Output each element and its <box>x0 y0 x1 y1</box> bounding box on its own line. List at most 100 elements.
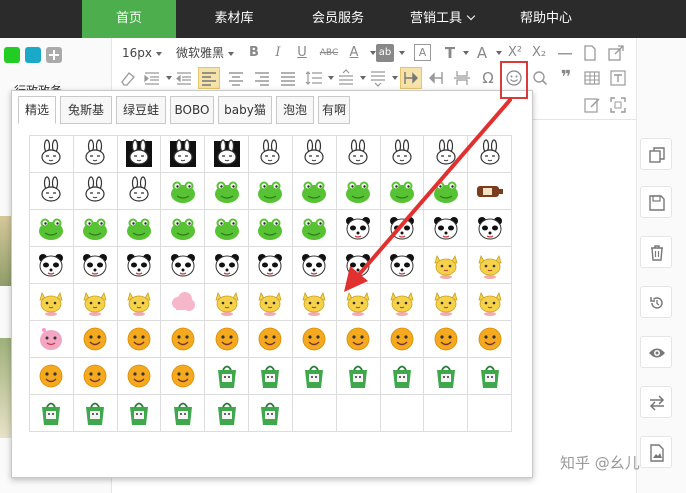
line-height-dropdown[interactable] <box>324 68 334 88</box>
emoticon-cell[interactable] <box>380 358 425 395</box>
emoticon-cell[interactable] <box>336 136 381 173</box>
emoticon-cell[interactable] <box>161 136 206 173</box>
eraser-button[interactable] <box>118 68 138 88</box>
emoticon-cell[interactable] <box>292 247 337 284</box>
underline-button[interactable]: U <box>292 43 312 63</box>
emoticon-cell[interactable] <box>205 321 250 358</box>
emoticon-cell[interactable] <box>468 284 512 321</box>
paragraph-spacing-bottom-dropdown[interactable] <box>388 68 398 88</box>
tab-baby-cat[interactable]: baby猫 <box>218 96 272 124</box>
strikethrough-button[interactable]: ABC <box>316 43 342 63</box>
emoticon-cell[interactable] <box>30 247 74 284</box>
emoticon-cell[interactable] <box>73 358 118 395</box>
horizontal-rule-button[interactable] <box>555 43 575 63</box>
emoticon-cell[interactable] <box>249 284 293 321</box>
emoticon-cell[interactable] <box>73 395 118 432</box>
emoticon-cell[interactable] <box>336 358 381 395</box>
emoticon-cell[interactable] <box>73 321 118 358</box>
copy-button[interactable] <box>640 138 672 170</box>
emoticon-cell[interactable] <box>117 173 162 210</box>
tab-tusiji[interactable]: 兔斯基 <box>60 96 112 124</box>
emoticon-cell[interactable] <box>161 173 206 210</box>
emoticon-cell[interactable] <box>205 210 250 247</box>
emoticon-cell[interactable] <box>117 210 162 247</box>
emoticon-cell[interactable] <box>468 358 512 395</box>
emoticon-cell[interactable] <box>292 358 337 395</box>
superscript-button[interactable]: X² <box>504 43 526 63</box>
emoticon-cell[interactable] <box>249 136 293 173</box>
emoticon-cell[interactable] <box>380 173 425 210</box>
align-left-button[interactable] <box>198 67 220 89</box>
emoticon-cell[interactable] <box>249 395 293 432</box>
emoticon-cell[interactable] <box>30 210 74 247</box>
emoticon-cell[interactable] <box>117 284 162 321</box>
emoticon-cell[interactable] <box>161 210 206 247</box>
emoticon-cell[interactable] <box>73 210 118 247</box>
edit-source-button[interactable] <box>582 95 602 115</box>
emoticon-cell[interactable] <box>205 173 250 210</box>
emoticon-cell[interactable] <box>30 284 74 321</box>
emoticon-cell[interactable] <box>117 247 162 284</box>
blockquote-button[interactable]: ❞ <box>556 68 576 88</box>
emoticon-cell[interactable] <box>30 136 74 173</box>
emoticon-cell[interactable] <box>73 284 118 321</box>
font-color-dropdown[interactable] <box>366 43 376 63</box>
emoticon-cell[interactable] <box>73 247 118 284</box>
background-color-dropdown[interactable] <box>395 43 405 63</box>
delete-button[interactable] <box>640 236 672 268</box>
text-direction-rtl-button[interactable] <box>426 68 446 88</box>
italic-button[interactable]: I <box>268 43 288 63</box>
color-swatch-blue[interactable] <box>25 47 41 63</box>
emoticon-cell[interactable] <box>424 210 469 247</box>
emoticon-cell[interactable] <box>468 321 512 358</box>
emoticon-cell[interactable] <box>292 173 337 210</box>
search-replace-button[interactable] <box>530 68 550 88</box>
preview-button[interactable] <box>640 336 672 368</box>
emoticon-cell[interactable] <box>424 358 469 395</box>
emoticon-cell[interactable] <box>292 284 337 321</box>
tab-youa[interactable]: 有啊 <box>318 96 350 124</box>
paragraph-spacing-top-dropdown[interactable] <box>356 68 366 88</box>
emoticon-cell[interactable] <box>380 321 425 358</box>
emoticon-cell[interactable] <box>336 321 381 358</box>
tab-featured[interactable]: 精选 <box>18 96 56 124</box>
emoticon-cell[interactable] <box>336 173 381 210</box>
paragraph-spacing-bottom-button[interactable] <box>368 68 388 88</box>
text-direction-ltr-button[interactable] <box>400 67 422 89</box>
add-color-button[interactable] <box>46 47 62 63</box>
text-shadow-button[interactable]: A <box>472 43 492 63</box>
export-button[interactable] <box>606 43 626 63</box>
save-button[interactable] <box>640 186 672 218</box>
emoticon-cell[interactable] <box>468 210 512 247</box>
tab-bubble[interactable]: 泡泡 <box>276 96 314 124</box>
emoticon-cell[interactable] <box>380 284 425 321</box>
emoticon-cell[interactable] <box>292 210 337 247</box>
emoticon-cell[interactable] <box>161 395 206 432</box>
emoticon-cell[interactable] <box>205 284 250 321</box>
nav-membership[interactable]: 会员服务 <box>292 0 384 38</box>
text-style-button[interactable]: T <box>440 43 460 63</box>
emoticon-cell[interactable] <box>73 173 118 210</box>
emoticon-cell[interactable] <box>117 321 162 358</box>
emoticon-cell[interactable] <box>161 247 206 284</box>
emoticon-cell[interactable] <box>205 136 250 173</box>
font-size-select[interactable]: 16px <box>122 42 162 64</box>
subscript-button[interactable]: X₂ <box>528 43 550 63</box>
emoticon-cell[interactable] <box>30 173 74 210</box>
insert-table-button[interactable] <box>582 68 602 88</box>
emoticon-cell[interactable] <box>424 173 469 210</box>
emoticon-cell[interactable] <box>292 136 337 173</box>
page-break-button[interactable] <box>452 68 472 88</box>
emoticon-cell[interactable] <box>117 358 162 395</box>
nav-materials[interactable]: 素材库 <box>186 0 282 38</box>
text-border-button[interactable]: A <box>414 44 431 61</box>
emoticon-cell[interactable] <box>73 136 118 173</box>
emoticon-cell[interactable] <box>424 321 469 358</box>
emoticon-cell[interactable] <box>424 247 469 284</box>
text-shadow-dropdown[interactable] <box>492 43 502 63</box>
font-family-select[interactable]: 微软雅黑 <box>176 42 235 64</box>
nav-marketing[interactable]: 营销工具 <box>394 0 490 38</box>
emoticon-cell[interactable] <box>380 247 425 284</box>
emoticon-cell[interactable] <box>117 136 162 173</box>
emoticon-button[interactable] <box>504 68 524 88</box>
